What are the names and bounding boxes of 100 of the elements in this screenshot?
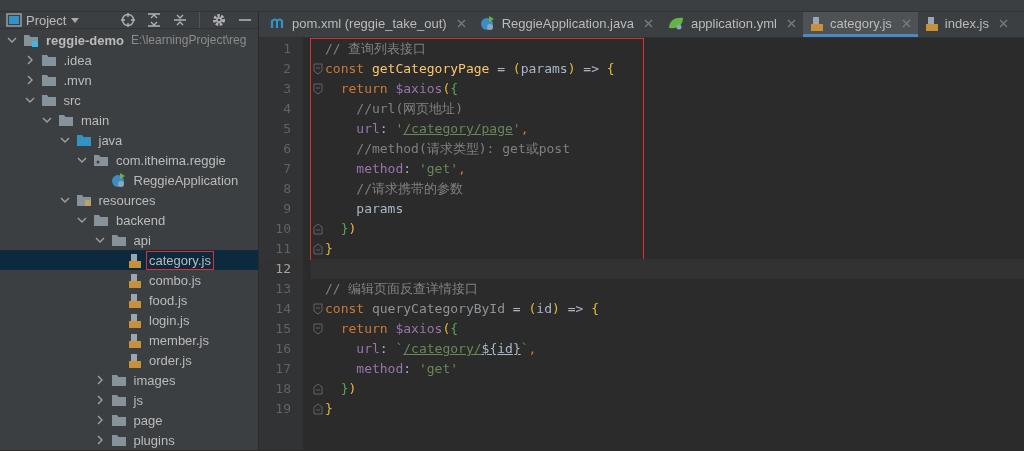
folder-icon: [58, 113, 74, 127]
file-name: food.js: [148, 291, 189, 310]
window-icon: [6, 13, 22, 27]
file-name: combo.js: [148, 271, 203, 290]
tree-item[interactable]: category.js: [0, 250, 258, 270]
fold-icon[interactable]: [313, 383, 323, 395]
file-name: api: [132, 231, 152, 250]
folder-icon: [40, 73, 57, 87]
folder-icon: [93, 213, 109, 227]
file-name: resources: [97, 191, 157, 210]
folder-icon: [75, 193, 92, 207]
code-line: //url(网页地址): [355, 100, 464, 118]
folder-icon: [75, 133, 92, 147]
js-file-icon: [128, 312, 142, 328]
file-name: java: [97, 131, 124, 150]
js-file-icon: [924, 15, 939, 31]
code-line: }: [325, 400, 333, 418]
fold-icon[interactable]: [313, 403, 323, 415]
folder-icon: [110, 433, 127, 447]
close-icon[interactable]: [456, 18, 466, 28]
tree-item[interactable]: page: [0, 410, 258, 430]
path-hint: E:\learningProject\reg: [131, 33, 247, 47]
file-name: backend: [115, 211, 167, 230]
tree-item[interactable]: src: [0, 90, 258, 110]
close-icon[interactable]: [998, 18, 1008, 28]
close-icon[interactable]: [786, 18, 796, 28]
file-name: member.js: [148, 331, 210, 350]
js-file-icon: [128, 252, 142, 268]
tree-item[interactable]: combo.js: [0, 270, 258, 290]
editor-tab[interactable]: pom.xml (reggie_take_out): [263, 12, 473, 37]
editor-tab[interactable]: category.js: [802, 12, 918, 37]
folder-icon: [110, 393, 127, 407]
tree-item[interactable]: java: [0, 130, 258, 150]
file-name: com.itheima.reggie: [115, 151, 227, 170]
folder-icon: [110, 233, 127, 247]
js-file-icon: [128, 292, 142, 308]
code-line: return $axios({: [339, 320, 459, 338]
tree-item[interactable]: api: [0, 230, 258, 250]
code-line: // 查询列表接口: [325, 40, 427, 58]
editor-tab[interactable]: application.yml: [659, 12, 803, 37]
fold-icon[interactable]: [313, 243, 323, 255]
tree-item[interactable]: backend: [0, 210, 258, 230]
file-name: js: [132, 391, 144, 410]
code-line: params: [355, 200, 404, 218]
tree-item[interactable]: main: [0, 110, 258, 130]
tree-item[interactable]: .idea: [0, 50, 258, 70]
fold-icon[interactable]: [313, 223, 323, 235]
tree-item[interactable]: images: [0, 370, 258, 390]
code-line: // 编辑页面反查详情接口: [325, 280, 479, 298]
js-file-icon: [128, 332, 142, 348]
file-name: .idea: [62, 51, 93, 70]
close-icon[interactable]: [643, 18, 653, 28]
code-line: const getCategoryPage = (params) => {: [325, 60, 615, 78]
tree-item[interactable]: food.js: [0, 290, 258, 310]
leaf-icon: [666, 16, 685, 30]
folder-icon: [110, 373, 127, 387]
editor-tab[interactable]: ReggieApplication.java: [472, 12, 660, 37]
code-line: return $axios({: [339, 80, 459, 98]
tree-item[interactable]: plugins: [0, 430, 258, 450]
settings-icon[interactable]: [212, 13, 226, 27]
tree-item[interactable]: com.itheima.reggie: [0, 150, 258, 170]
js-file-icon: [809, 15, 824, 31]
fold-icon[interactable]: [313, 323, 323, 335]
tree-item[interactable]: reggie-demo E:\learningProject\reg: [0, 30, 258, 50]
folder-icon: [93, 153, 109, 167]
code-line: method: 'get',: [355, 160, 466, 178]
code-line: }): [339, 220, 357, 238]
spring-class-icon: [110, 172, 127, 188]
file-name: .mvn: [62, 71, 93, 90]
fold-icon[interactable]: [313, 303, 323, 315]
file-name: login.js: [148, 311, 191, 330]
code-line: const queryCategoryById = (id) => {: [325, 300, 599, 318]
tree-item[interactable]: login.js: [0, 310, 258, 330]
folder-icon: [40, 93, 57, 107]
js-file-icon: [128, 352, 142, 368]
locate-icon[interactable]: [121, 13, 135, 27]
tree-item[interactable]: ReggieApplication: [0, 170, 258, 190]
tree-item[interactable]: js: [0, 390, 258, 410]
project-view-selector[interactable]: Project: [6, 12, 81, 28]
tree-item[interactable]: order.js: [0, 350, 258, 370]
fold-icon[interactable]: [313, 63, 323, 75]
folder-icon: [110, 413, 127, 427]
folder-icon: [40, 53, 57, 67]
tree-item[interactable]: resources: [0, 190, 258, 210]
spring-class-icon: [479, 15, 496, 31]
code-line: }): [339, 380, 357, 398]
file-name: images: [132, 371, 177, 390]
code-line: //method(请求类型): get或post: [355, 140, 570, 158]
file-name: category.js: [146, 250, 214, 270]
collapse-all-icon[interactable]: [173, 13, 187, 27]
file-name: ReggieApplication: [132, 171, 240, 190]
tree-item[interactable]: member.js: [0, 330, 258, 350]
expand-all-icon[interactable]: [147, 13, 161, 27]
file-name: main: [80, 111, 111, 130]
tree-item[interactable]: .mvn: [0, 70, 258, 90]
caret-icon: [70, 16, 81, 24]
fold-icon[interactable]: [313, 83, 323, 95]
file-name: order.js: [148, 351, 193, 370]
file-name: page: [132, 411, 164, 430]
editor-tab[interactable]: index.js: [917, 12, 1015, 37]
